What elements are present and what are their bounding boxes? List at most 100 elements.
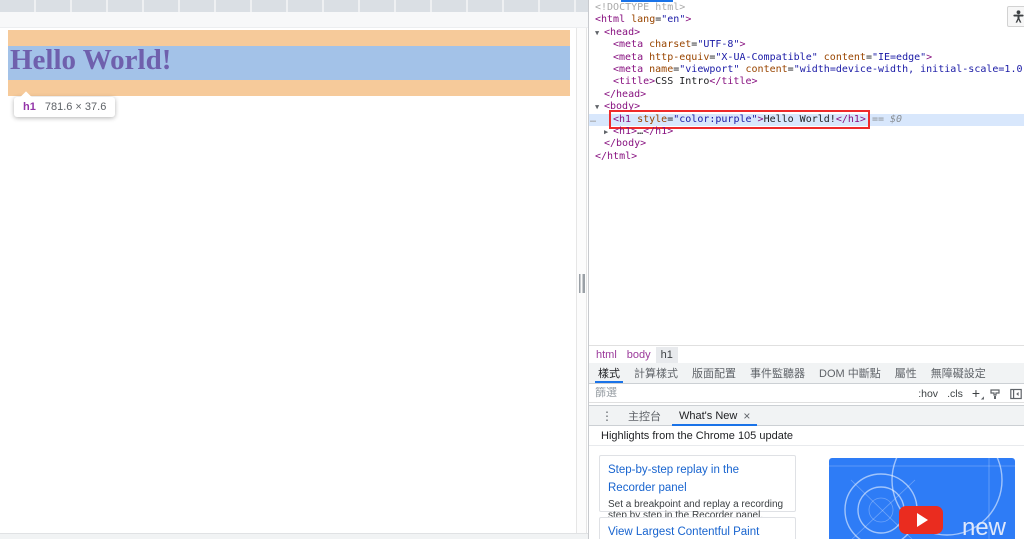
toggle-element-state-button[interactable]: :hov [918,388,938,400]
styles-tab-6[interactable]: 無障礙設定 [924,363,993,383]
code-token: </body> [604,138,647,150]
styles-sidebar-tabs: 樣式 計算樣式 版面配置 事件監聽器 DOM 中斷點 屬性 無障礙設定 [589,363,1024,384]
dom-tree-node[interactable]: <meta name="viewport" content="width=dev… [589,64,1024,76]
inspect-overlay-margin-bottom [8,80,570,96]
dom-tree-node[interactable]: ▶ <h1>…</h1> [589,126,1024,138]
screenshot-root: Hello World! h1 781.6 × 37.6 <!DOCTYPE h… [0,0,1024,539]
dom-tree-node[interactable]: </head> [589,89,1024,101]
browser-status-strip [0,533,588,539]
styles-tab-2[interactable]: 版面配置 [685,363,743,383]
card-title-link[interactable]: View Largest Contentful Paint (LCP) [608,523,787,539]
styles-tab-1[interactable]: 計算樣式 [627,363,685,383]
code-token: <meta [613,51,644,63]
breadcrumb-item-body[interactable]: body [622,347,656,363]
expand-arrow-icon[interactable]: ▼ [595,101,604,113]
whats-new-content: Step-by-step replay in the Recorder pane… [589,446,1024,539]
browser-page-region: Hello World! h1 781.6 × 37.6 [0,0,588,539]
rendered-page[interactable]: Hello World! h1 781.6 × 37.6 [0,28,576,533]
drawer-menu-icon[interactable]: ⋮ [595,406,619,425]
code-token: <h1> [613,125,638,137]
inspect-tooltip: h1 781.6 × 37.6 [14,97,116,117]
breadcrumb-item-html[interactable]: html [591,347,622,363]
play-triangle-icon [917,513,928,527]
code-token: name [649,63,674,75]
whats-new-video-thumbnail[interactable]: new [829,458,1015,539]
code-token: <head> [604,26,641,38]
whats-new-card-1: View Largest Contentful Paint (LCP) [599,517,796,539]
dom-tree-node[interactable]: <!DOCTYPE html> [589,2,1024,14]
dom-tree-node[interactable]: <meta charset="UTF-8"> [589,39,1024,51]
video-new-label: new [961,514,1006,539]
styles-toolbar: :hov .cls + [918,384,1022,403]
code-token: "color:purple" [673,113,758,125]
dom-tree-node[interactable]: <title>CSS Intro</title> [589,76,1024,88]
code-token: style [637,113,668,125]
expand-arrow-icon[interactable]: ▶ [604,126,613,138]
code-token: </h1> [643,125,674,137]
dom-tree-node[interactable]: ▼ <head> [589,27,1024,39]
breadcrumb: html body h1 [589,345,1024,363]
code-token: Hello World! [763,113,836,125]
code-token: </head> [604,88,647,100]
whats-new-header: Highlights from the Chrome 105 update [589,426,1024,446]
code-token: > [739,39,746,51]
code-token: "en" [661,14,686,26]
element-classes-button[interactable]: .cls [947,388,963,400]
code-token: CSS Intro [655,76,710,88]
code-token: > [926,51,933,63]
page-scrollbar[interactable] [576,28,587,533]
paint-tool-icon[interactable] [989,388,1001,400]
expand-arrow-icon[interactable]: ▼ [595,27,604,39]
dom-tree-node[interactable]: <meta http-equiv="X-UA-Compatible" conte… [589,52,1024,64]
code-token: http-equiv [649,51,710,63]
code-token: <body> [604,101,641,113]
page-heading: Hello World! [10,44,172,76]
drawer-tabs: 主控台 What's New × [619,406,759,426]
code-token: "X-UA-Compatible" [715,51,818,63]
drawer-tab-label: What's New [679,409,738,422]
code-token: charset [649,39,692,51]
browser-toolbar-strip [0,12,588,28]
code-token: lang [631,14,656,26]
code-token: == $0 [865,113,903,125]
breadcrumb-item-h1[interactable]: h1 [655,346,678,363]
sidebar-toggle-icon[interactable] [1010,388,1022,400]
code-token: "width=device-width, initial-scale=1.0" [793,63,1024,75]
styles-filter-input[interactable] [589,387,889,399]
dom-tree: <!DOCTYPE html> <html lang="en"> ▼ <head> <m… [589,2,1024,345]
code-token: <title> [613,76,656,88]
card-title-link[interactable]: Step-by-step replay in the Recorder pane… [608,461,787,497]
drawer-tab-0[interactable]: 主控台 [619,406,670,425]
code-token: <h1 [613,113,632,125]
code-token: </title> [709,76,758,88]
code-token: "IE=edge" [871,51,927,63]
whats-new-card-0: Step-by-step replay in the Recorder pane… [599,455,796,521]
drawer-tab-bar: ⋮ 主控台 What's New × [589,405,1024,426]
drawer-tab-1[interactable]: What's New × [670,406,759,426]
dom-tree-node[interactable]: ▼ <body> [589,101,1024,113]
new-style-rule-button[interactable]: + [972,385,984,401]
scrollbar-handle[interactable] [579,274,585,293]
node-options-gutter[interactable]: … [590,114,596,126]
styles-tab-3[interactable]: 事件監聽器 [743,363,812,383]
devtools-panel: <!DOCTYPE html> <html lang="en"> ▼ <head> <m… [588,0,1024,539]
styles-tab-4[interactable]: DOM 中斷點 [812,363,888,383]
styles-filter-row: :hov .cls + [589,384,1024,403]
tooltip-tag-name: h1 [23,101,36,113]
dom-tree-node[interactable]: </body> [589,138,1024,150]
code-token: > [685,14,692,26]
code-token: content [745,63,788,75]
close-tab-icon[interactable]: × [743,409,750,423]
styles-tab-0[interactable]: 樣式 [591,363,627,383]
tooltip-dimensions: 781.6 × 37.6 [44,101,107,113]
dom-tree-node[interactable]: </html> [589,151,1024,163]
browser-tab-strip[interactable] [0,0,588,12]
code-token: </h1> [835,113,866,125]
youtube-play-button[interactable] [899,506,943,534]
annotation-red-box: <h1 style="color:purple">Hello World!</h… [609,109,870,129]
dom-tree-node[interactable]: <html lang="en"> [589,14,1024,26]
styles-tab-5[interactable]: 屬性 [888,363,924,383]
dom-tree-node[interactable]: … <h1 style="color:purple">Hello World!</… [589,109,1024,129]
code-token: <html [595,14,626,26]
code-token: </html> [595,150,638,162]
